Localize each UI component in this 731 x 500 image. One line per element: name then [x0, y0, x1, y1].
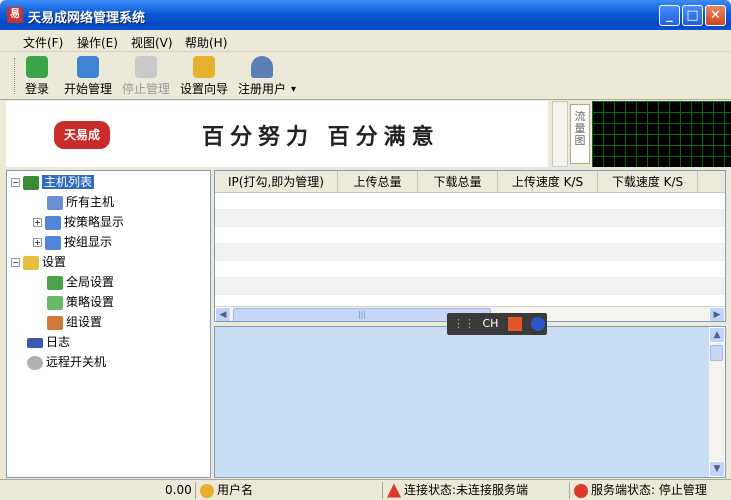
tree-node-by-group[interactable]: + 按组显示 [33, 232, 112, 252]
table-row [215, 193, 725, 210]
tree-node-log[interactable]: 日志 [27, 332, 70, 352]
column-header-download-speed[interactable]: 下载速度 K/S [598, 171, 698, 193]
app-icon: 易 [7, 7, 23, 23]
tree-node-host-list[interactable]: − 主机列表 [11, 172, 95, 192]
login-icon [26, 56, 48, 78]
status-server: 服务端状态: 停止管理 [571, 482, 731, 499]
collapse-icon[interactable]: − [11, 178, 20, 187]
error-icon [574, 483, 588, 498]
scroll-right-icon[interactable]: ▶ [709, 307, 725, 321]
banner: 天易成 百分努力 百分满意 [6, 101, 548, 167]
computer-icon [47, 195, 63, 210]
slogan: 百分努力 百分满意 [202, 124, 440, 150]
main-window: 易 天易成网络管理系统 _ □ ✕ 文件(F) 操作(E) 视图(V) 帮助(H… [0, 0, 731, 500]
scroll-down-icon[interactable]: ▼ [709, 461, 725, 477]
menu-help[interactable]: 帮助(H) [185, 34, 227, 51]
banner-scrollbar[interactable] [552, 101, 568, 167]
check-icon [77, 56, 99, 78]
maximize-button[interactable]: □ [682, 5, 703, 26]
minimize-button[interactable]: _ [659, 5, 680, 26]
window-title: 天易成网络管理系统 [28, 11, 146, 26]
host-table: IP(打勾,即为管理) 上传总量 下载总量 上传速度 K/S 下载速度 K/S … [214, 170, 726, 322]
wizard-icon [193, 56, 215, 78]
monitor-icon [45, 215, 61, 230]
status-value: 0.00 [162, 482, 196, 499]
user-icon [251, 56, 273, 78]
column-header-download-total[interactable]: 下载总量 [418, 171, 498, 193]
help-icon[interactable] [531, 317, 546, 331]
group-icon [47, 315, 63, 330]
log-panel: ▲ ▼ [214, 326, 726, 478]
title-bar[interactable]: 易 天易成网络管理系统 _ □ ✕ [0, 0, 731, 30]
tree-node-group-settings[interactable]: 组设置 [47, 312, 102, 332]
table-header: IP(打勾,即为管理) 上传总量 下载总量 上传速度 K/S 下载速度 K/S [215, 171, 725, 193]
tree-node-all-hosts[interactable]: 所有主机 [47, 192, 114, 212]
host-list-icon [23, 175, 39, 190]
tree-node-by-policy[interactable]: + 按策略显示 [33, 212, 124, 232]
table-row [215, 261, 725, 278]
stop-icon [135, 56, 157, 78]
traffic-graph [592, 101, 731, 167]
menu-file[interactable]: 文件(F) [23, 34, 63, 51]
status-username: 用户名 [197, 482, 383, 499]
navigation-tree: − 主机列表 所有主机 + 按策略显示 + 按组显示 − 设置 全局设置 策略设置 组设… [6, 170, 211, 478]
sogou-icon[interactable] [507, 317, 522, 331]
brand-logo: 天易成 [54, 121, 110, 149]
close-button[interactable]: ✕ [705, 5, 726, 26]
table-row [215, 244, 725, 261]
ime-grip-icon[interactable]: ⋮⋮ [453, 317, 475, 330]
status-connection: 连接状态:未连接服务端 [384, 482, 570, 499]
search-icon [27, 355, 43, 370]
policy-icon [47, 295, 63, 310]
toolbar-dropdown-arrow[interactable]: ▾ [291, 84, 296, 95]
tree-node-remote-power[interactable]: 远程开关机 [27, 352, 106, 372]
tree-node-global-settings[interactable]: 全局设置 [47, 272, 114, 292]
flow-graph-label: 流量图 [570, 104, 590, 164]
status-bar: 0.00 用户名 连接状态:未连接服务端 服务端状态: 停止管理 [0, 479, 731, 500]
table-row [215, 278, 725, 295]
login-button[interactable]: 登录 [22, 54, 52, 98]
setup-wizard-button[interactable]: 设置向导 [178, 54, 230, 98]
menu-bar: 文件(F) 操作(E) 视图(V) 帮助(H) [0, 30, 731, 52]
scroll-left-icon[interactable]: ◀ [215, 307, 231, 321]
expand-icon[interactable]: + [33, 238, 42, 247]
table-row [215, 210, 725, 227]
tree-node-policy-settings[interactable]: 策略设置 [47, 292, 114, 312]
column-header-ip[interactable]: IP(打勾,即为管理) [215, 171, 338, 193]
collapse-icon[interactable]: − [11, 258, 20, 267]
toolbar-grip[interactable] [14, 58, 17, 94]
menu-operate[interactable]: 操作(E) [77, 34, 118, 51]
global-settings-icon [47, 275, 63, 290]
tree-node-settings[interactable]: − 设置 [11, 252, 66, 272]
monitor-icon [45, 235, 61, 250]
scroll-thumb[interactable] [710, 345, 723, 361]
expand-icon[interactable]: + [33, 218, 42, 227]
table-row [215, 227, 725, 244]
start-manage-button[interactable]: 开始管理 [62, 54, 114, 98]
toolbar: 登录 开始管理 停止管理 设置向导 注册用户 ▾ [0, 52, 731, 100]
settings-icon [23, 255, 39, 270]
warning-icon [387, 483, 401, 498]
log-icon [27, 337, 43, 348]
column-header-upload-speed[interactable]: 上传速度 K/S [498, 171, 598, 193]
ime-toolbar[interactable]: ⋮⋮ CH [447, 313, 547, 335]
log-vertical-scrollbar[interactable]: ▲ ▼ [709, 327, 725, 477]
stop-manage-button[interactable]: 停止管理 [120, 54, 172, 98]
ime-language[interactable]: CH [483, 317, 499, 330]
user-icon [200, 483, 214, 498]
scroll-up-icon[interactable]: ▲ [709, 327, 725, 343]
column-header-upload-total[interactable]: 上传总量 [338, 171, 418, 193]
menu-view[interactable]: 视图(V) [131, 34, 173, 51]
register-user-button[interactable]: 注册用户 [236, 54, 288, 98]
